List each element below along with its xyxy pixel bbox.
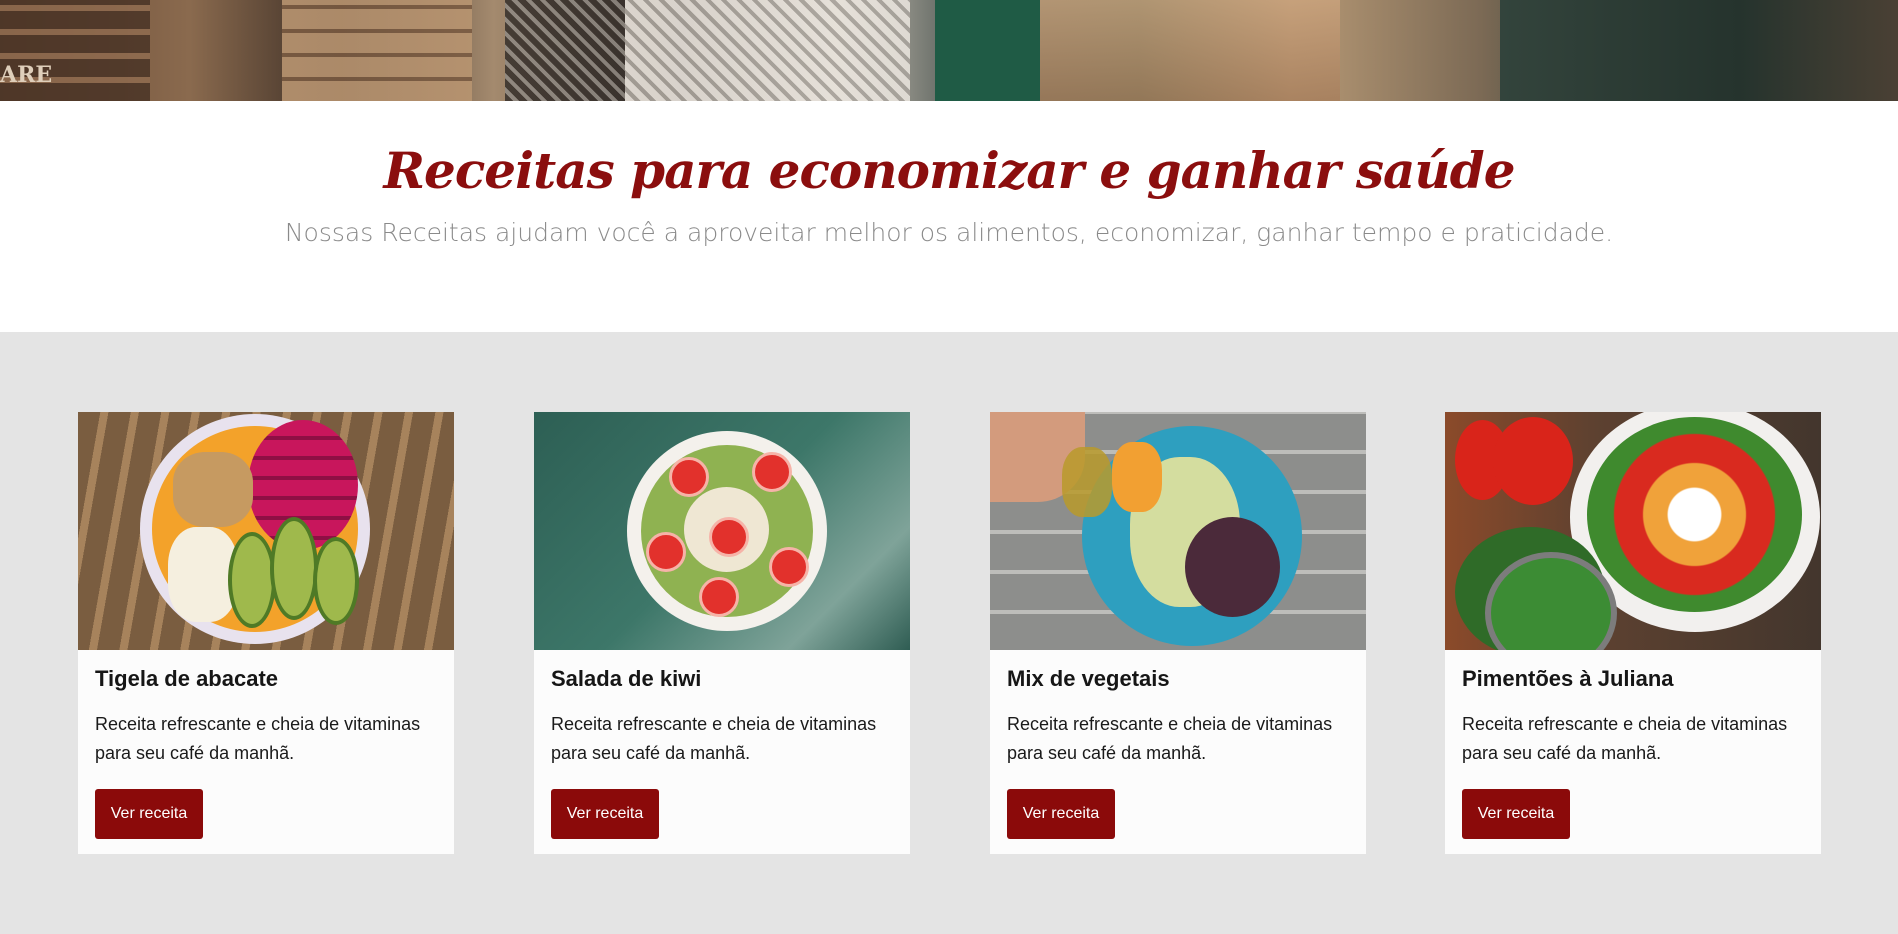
crate-blurred xyxy=(1040,0,1340,101)
crate-white-lattice xyxy=(625,0,910,101)
recipe-card-tigela-de-abacate: Tigela de abacate Receita refrescante e … xyxy=(78,412,454,854)
ver-receita-button[interactable]: Ver receita xyxy=(1007,789,1115,839)
recipe-card-mix-de-vegetais: Mix de vegetais Receita refrescante e ch… xyxy=(990,412,1366,854)
recipe-title: Salada de kiwi xyxy=(551,666,702,691)
crate-label-text: ARE xyxy=(0,62,53,88)
ver-receita-button[interactable]: Ver receita xyxy=(551,789,659,839)
recipe-photo-vegetable-plate xyxy=(990,412,1366,650)
page-title: Receitas para economizar e ganhar saúde xyxy=(383,141,1515,200)
hero-banner-image: ARE xyxy=(0,0,1898,101)
recipe-title: Pimentões à Juliana xyxy=(1462,666,1674,691)
recipe-description: Receita refrescante e cheia de vitaminas… xyxy=(1462,714,1788,763)
recipe-description: Receita refrescante e cheia de vitaminas… xyxy=(551,714,877,763)
crate-left: ARE xyxy=(0,0,150,101)
recipe-photo-kiwi-bowl xyxy=(534,412,910,650)
recipe-description: Receita refrescante e cheia de vitaminas… xyxy=(95,714,421,763)
ver-receita-button[interactable]: Ver receita xyxy=(1462,789,1570,839)
background-blur xyxy=(1500,0,1898,101)
recipe-photo-avocado-bowl xyxy=(78,412,454,650)
recipe-card-pimentoes-a-juliana: Pimentões à Juliana Receita refrescante … xyxy=(1445,412,1821,854)
recipe-title: Tigela de abacate xyxy=(95,666,279,691)
crate-dark xyxy=(505,0,625,101)
page-subtitle: Nossas Receitas ajudam você a aproveitar… xyxy=(284,218,1614,247)
crate-wooden xyxy=(282,0,472,101)
recipes-section: Tigela de abacate Receita refrescante e … xyxy=(0,332,1898,934)
ver-receita-button[interactable]: Ver receita xyxy=(95,789,203,839)
recipe-description: Receita refrescante e cheia de vitaminas… xyxy=(1007,714,1333,763)
recipe-card-salada-de-kiwi: Salada de kiwi Receita refrescante e che… xyxy=(534,412,910,854)
crate-green xyxy=(935,0,1040,101)
intro-section: Receitas para economizar e ganhar saúde … xyxy=(0,101,1898,332)
recipe-photo-peppers-salad xyxy=(1445,412,1821,650)
recipe-title: Mix de vegetais xyxy=(1007,666,1170,691)
